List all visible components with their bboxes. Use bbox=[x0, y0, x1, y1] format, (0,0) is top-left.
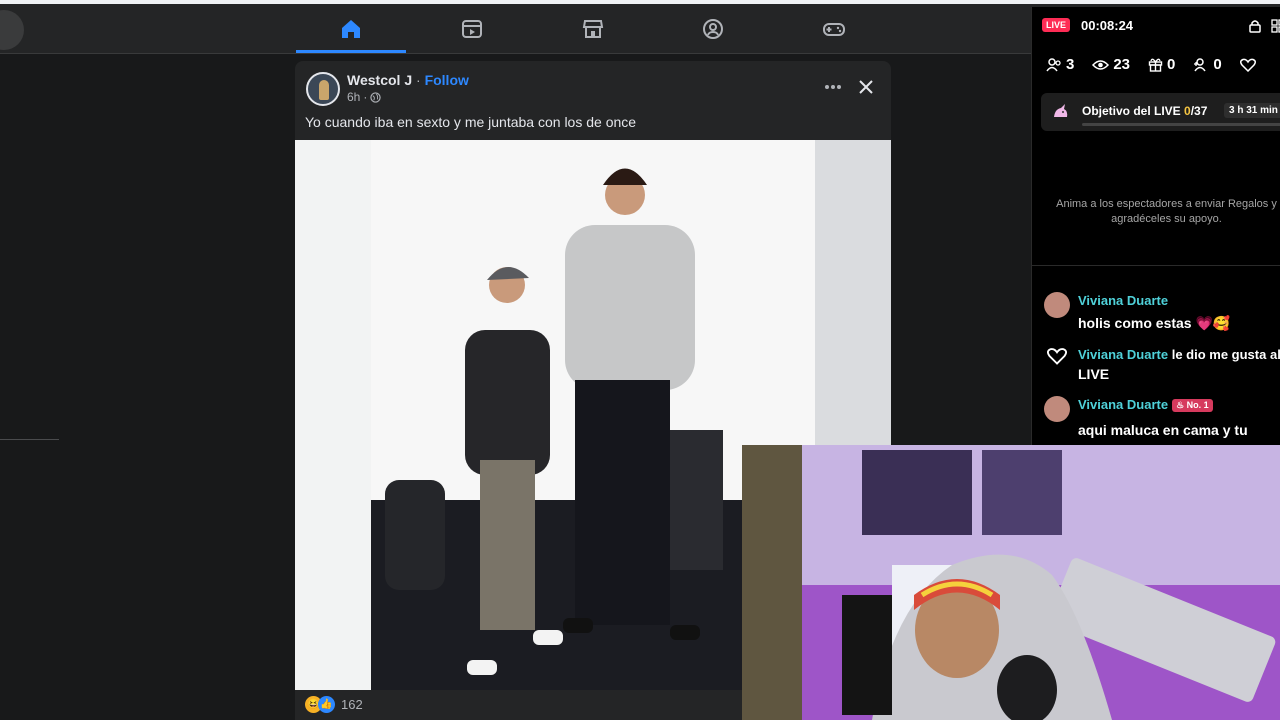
more-icon bbox=[825, 85, 841, 89]
video-icon bbox=[462, 19, 482, 38]
groups-icon bbox=[703, 18, 723, 39]
eye-icon bbox=[1092, 59, 1110, 70]
post-meta: 6h · bbox=[347, 90, 382, 104]
members-count: 3 bbox=[1066, 56, 1075, 73]
chat-username: Viviana Duarte bbox=[1078, 397, 1169, 412]
goal-title: Objetivo del LIVE bbox=[1082, 104, 1185, 118]
chat-avatar bbox=[1044, 396, 1070, 422]
chat-username: Viviana Duarte bbox=[1078, 347, 1169, 362]
chat-text: aqui maluca en cama y tu bbox=[1078, 422, 1248, 438]
members-stat[interactable]: 3 bbox=[1046, 56, 1074, 73]
grid-icon[interactable] bbox=[1271, 19, 1280, 33]
goal-total: /37 bbox=[1190, 104, 1208, 118]
gamepad-icon bbox=[823, 22, 845, 36]
post-header: Westcol J · Follow bbox=[347, 72, 469, 88]
heart-icon bbox=[1047, 348, 1067, 365]
tab-watch[interactable] bbox=[417, 4, 527, 53]
live-panel: LIVE 00:08:24 3 23 0 0 Objetivo del LIVE… bbox=[1031, 7, 1280, 445]
gift-icon bbox=[1148, 58, 1163, 72]
chat-text-continued: LIVE bbox=[1078, 366, 1110, 382]
add-user-icon bbox=[1194, 57, 1206, 71]
goal-time-left: 3 h 31 min bbox=[1224, 103, 1280, 118]
left-sidebar-divider bbox=[0, 439, 59, 440]
post-time[interactable]: 6h bbox=[347, 90, 360, 104]
live-badge: LIVE bbox=[1042, 18, 1071, 32]
followers-count: 0 bbox=[1213, 56, 1222, 73]
like-reaction-icon: 👍 bbox=[318, 696, 335, 713]
reaction-summary[interactable]: 😆 👍 162 bbox=[305, 696, 363, 713]
author-name[interactable]: Westcol J bbox=[347, 72, 412, 88]
store-icon bbox=[582, 19, 604, 38]
encourage-text: Anima a los espectadores a enviar Regalo… bbox=[1056, 198, 1277, 225]
chat-text: le dio me gusta al bbox=[1171, 347, 1280, 362]
goal-progress-bar bbox=[1082, 123, 1280, 126]
tab-groups[interactable] bbox=[658, 4, 768, 53]
heart-icon[interactable] bbox=[1239, 58, 1256, 72]
webcam-overlay bbox=[742, 445, 1280, 720]
menu-avatar-button[interactable] bbox=[0, 10, 24, 50]
author-avatar[interactable] bbox=[306, 72, 340, 106]
viewers-count: 23 bbox=[1113, 56, 1131, 73]
followers-stat[interactable]: 0 bbox=[1193, 56, 1222, 73]
goal-unicorn-icon bbox=[1054, 104, 1068, 117]
chat-username: Viviana Duarte bbox=[1078, 293, 1169, 308]
top-gifter-badge: ♨ No. 1 bbox=[1172, 399, 1213, 413]
gifts-stat[interactable]: 0 bbox=[1148, 56, 1175, 73]
gifts-count: 0 bbox=[1167, 56, 1176, 73]
goal-current: 0 bbox=[1184, 104, 1191, 118]
chat-avatar bbox=[1044, 292, 1070, 318]
tab-gaming[interactable] bbox=[779, 4, 889, 53]
reaction-count: 162 bbox=[341, 697, 363, 712]
close-button[interactable] bbox=[854, 75, 878, 99]
webcam-illustration bbox=[742, 445, 1280, 720]
tab-marketplace[interactable] bbox=[538, 4, 648, 53]
chat-text: holis como estas 💗🥰 bbox=[1078, 315, 1231, 331]
live-timer: 00:08:24 bbox=[1081, 18, 1134, 33]
post-caption: Yo cuando iba en sexto y me juntaba con … bbox=[305, 114, 637, 130]
tab-home[interactable] bbox=[296, 4, 406, 53]
home-icon bbox=[342, 19, 360, 38]
lock-icon[interactable] bbox=[1249, 19, 1261, 33]
more-options-button[interactable] bbox=[823, 77, 843, 97]
chat-divider bbox=[1032, 265, 1280, 266]
follow-button[interactable]: Follow bbox=[425, 72, 469, 88]
live-stats: 3 23 0 0 bbox=[1046, 56, 1256, 73]
people-icon bbox=[1046, 57, 1061, 71]
close-icon bbox=[859, 80, 873, 94]
header-separator: · bbox=[416, 72, 421, 88]
live-goal[interactable]: Objetivo del LIVE 0/37 3 h 31 min bbox=[1041, 93, 1280, 131]
viewers-stat[interactable]: 23 bbox=[1092, 56, 1130, 73]
globe-icon bbox=[370, 91, 382, 103]
